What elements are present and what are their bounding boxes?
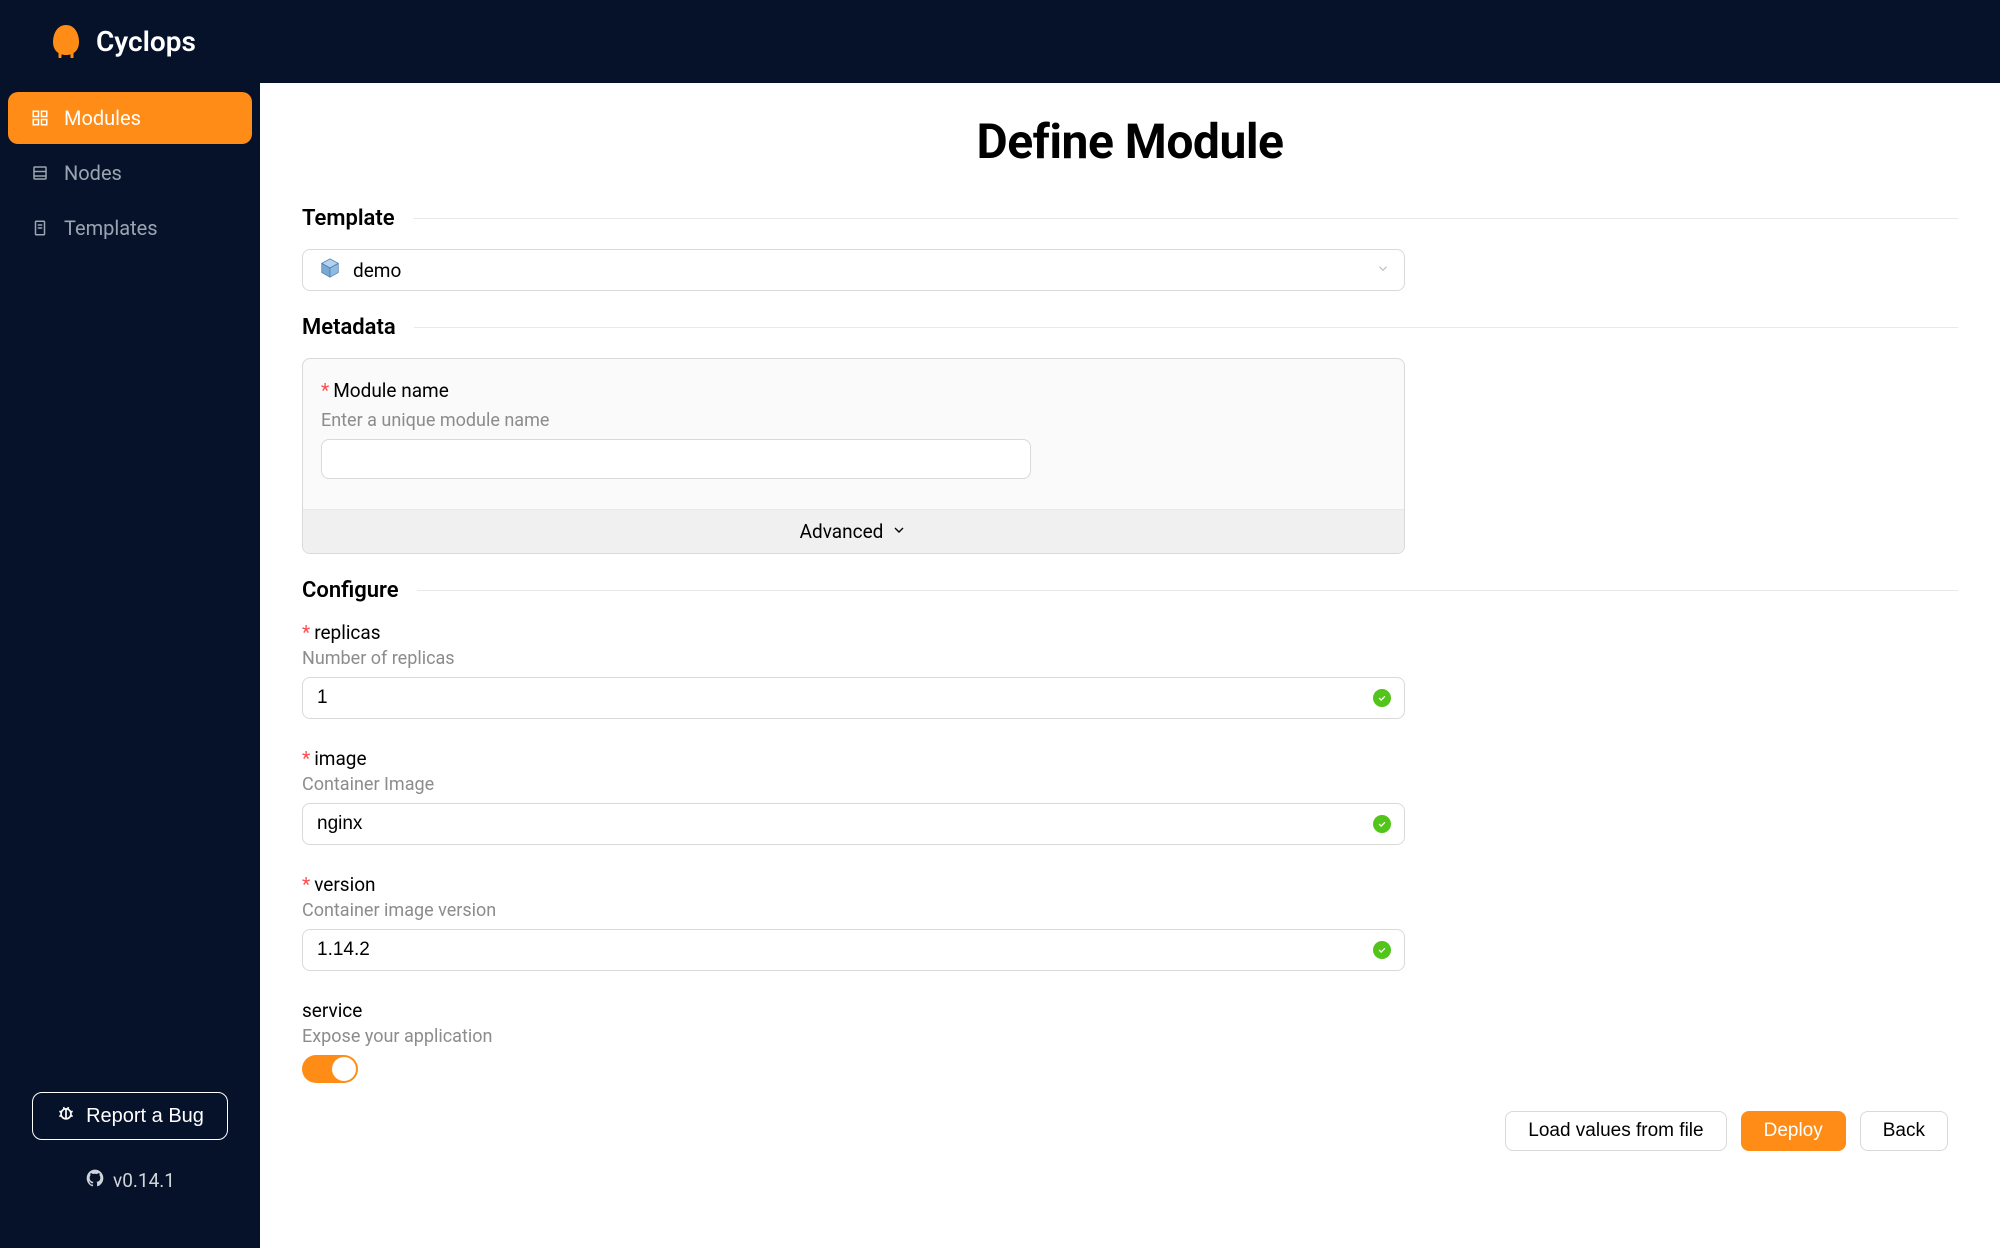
chevron-down-icon (891, 520, 907, 543)
app-logo: Cyclops (48, 22, 196, 62)
configure-section-title: Configure (302, 578, 399, 603)
service-toggle[interactable] (302, 1055, 358, 1083)
module-name-input[interactable] (321, 439, 1031, 479)
required-asterisk: * (302, 621, 310, 644)
image-input[interactable] (302, 803, 1405, 845)
module-name-label: *Module name (321, 379, 1386, 402)
divider (413, 218, 1958, 219)
required-asterisk: * (302, 873, 310, 896)
image-label: *image (302, 747, 1405, 770)
check-circle-icon (1373, 941, 1391, 959)
image-desc: Container Image (302, 774, 1405, 795)
sidebar-item-modules[interactable]: Modules (8, 92, 252, 144)
version-field: *version Container image version (302, 873, 1405, 971)
back-button[interactable]: Back (1860, 1111, 1948, 1151)
version-input[interactable] (302, 929, 1405, 971)
sidebar-footer: Report a Bug v0.14.1 (0, 1092, 260, 1193)
sidebar-item-label: Modules (64, 106, 141, 130)
sidebar-item-nodes[interactable]: Nodes (8, 147, 252, 199)
replicas-label: *replicas (302, 621, 1405, 644)
check-circle-icon (1373, 815, 1391, 833)
configure-section: Configure *replicas Number of replicas (302, 578, 1958, 1083)
deploy-button[interactable]: Deploy (1741, 1111, 1846, 1151)
page-title: Define Module (302, 113, 1958, 170)
footer-actions: Load values from file Deploy Back (302, 1111, 1958, 1151)
github-icon (85, 1168, 105, 1193)
modules-icon (30, 108, 50, 128)
sidebar: Modules Nodes Templates (0, 83, 260, 1248)
templates-icon (30, 218, 50, 238)
module-name-desc: Enter a unique module name (321, 410, 1386, 431)
app-name: Cyclops (96, 25, 196, 58)
main-content: Define Module Template demo (260, 83, 2000, 1248)
app-version: v0.14.1 (85, 1168, 175, 1193)
required-asterisk: * (321, 379, 329, 402)
chevron-down-icon (1376, 261, 1390, 280)
divider (417, 590, 1958, 591)
bug-icon (56, 1103, 76, 1129)
required-asterisk: * (302, 747, 310, 770)
service-label: service (302, 999, 1405, 1022)
replicas-field: *replicas Number of replicas (302, 621, 1405, 719)
metadata-section: Metadata *Module name Enter a unique mod… (302, 315, 1958, 554)
image-field: *image Container Image (302, 747, 1405, 845)
load-from-file-button[interactable]: Load values from file (1505, 1111, 1726, 1151)
advanced-label: Advanced (800, 520, 884, 543)
template-select-value: demo (353, 259, 401, 282)
divider (414, 327, 1958, 328)
replicas-desc: Number of replicas (302, 648, 1405, 669)
template-select[interactable]: demo (302, 249, 1405, 291)
template-section: Template demo (302, 206, 1958, 291)
replicas-input[interactable] (302, 677, 1405, 719)
app-header: Cyclops (0, 0, 2000, 83)
logo-icon (48, 22, 84, 62)
cube-icon (319, 257, 341, 283)
metadata-box: *Module name Enter a unique module name … (302, 358, 1405, 554)
service-desc: Expose your application (302, 1026, 1405, 1047)
sidebar-item-templates[interactable]: Templates (8, 202, 252, 254)
version-label: *version (302, 873, 1405, 896)
report-bug-label: Report a Bug (86, 1105, 204, 1128)
advanced-toggle[interactable]: Advanced (303, 509, 1404, 553)
service-field: service Expose your application (302, 999, 1405, 1083)
version-text: v0.14.1 (113, 1169, 175, 1192)
nodes-icon (30, 163, 50, 183)
sidebar-nav: Modules Nodes Templates (0, 85, 260, 257)
report-bug-button[interactable]: Report a Bug (32, 1092, 228, 1140)
metadata-section-title: Metadata (302, 315, 396, 340)
template-section-title: Template (302, 206, 395, 231)
sidebar-item-label: Nodes (64, 161, 122, 185)
version-desc: Container image version (302, 900, 1405, 921)
check-circle-icon (1373, 689, 1391, 707)
sidebar-item-label: Templates (64, 216, 158, 240)
switch-knob (332, 1057, 356, 1081)
